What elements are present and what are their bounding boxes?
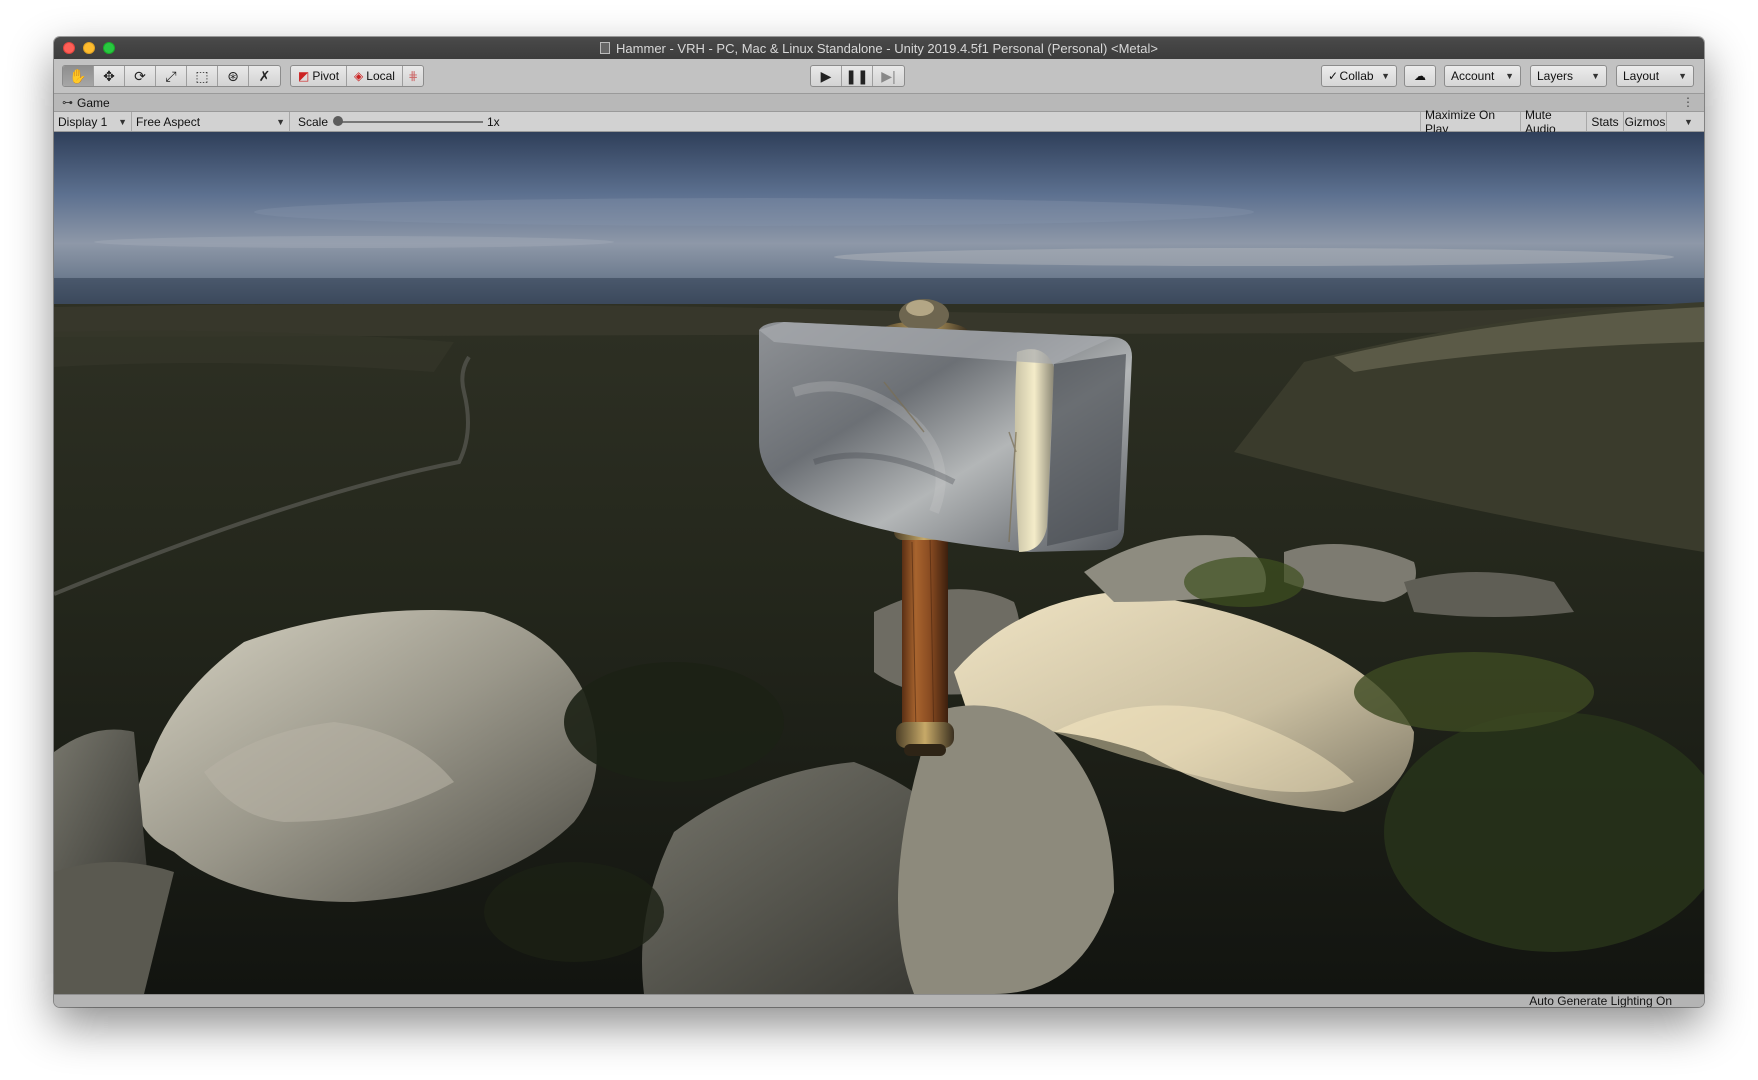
scale-slider-track[interactable] xyxy=(337,121,483,123)
snap-grid-icon: ⋕ xyxy=(407,69,419,83)
step-button[interactable]: ▶| xyxy=(873,66,904,86)
cloud-icon: ☁ xyxy=(1414,69,1426,83)
scale-tool-button[interactable]: ⤢ xyxy=(156,66,187,86)
mute-audio-toggle[interactable]: Mute Audio xyxy=(1520,108,1586,136)
stats-toggle[interactable]: Stats xyxy=(1586,112,1623,131)
play-icon: ▶ xyxy=(820,67,832,84)
chevron-down-icon: ▼ xyxy=(1591,71,1600,81)
hand-icon: ✋ xyxy=(69,67,87,84)
local-toggle-button[interactable]: ◈ Local xyxy=(347,66,403,86)
game-view-toolbar: Display 1 ▼ Free Aspect ▼ Scale 1x Maxim… xyxy=(54,108,1704,136)
local-icon: ◈ xyxy=(354,69,364,83)
chevron-down-icon: ▼ xyxy=(1678,71,1687,81)
pause-icon: ❚❚ xyxy=(845,67,869,84)
chevron-down-icon: ▼ xyxy=(1381,71,1390,81)
display-dropdown[interactable]: Display 1 ▼ xyxy=(54,112,132,131)
layers-label: Layers xyxy=(1537,69,1574,83)
document-icon xyxy=(600,42,611,54)
pivot-icon: ◩ xyxy=(298,69,310,83)
layout-dropdown[interactable]: Layout ▼ xyxy=(1616,65,1694,87)
aspect-dropdown[interactable]: Free Aspect ▼ xyxy=(132,112,290,131)
play-controls: ▶ ❚❚ ▶| xyxy=(810,65,905,87)
tools-icon: ✗ xyxy=(258,67,271,84)
rotate-tool-button[interactable]: ⟳ xyxy=(125,66,156,86)
aspect-label: Free Aspect xyxy=(136,114,201,129)
custom-tool-button[interactable]: ✗ xyxy=(249,66,280,86)
rect-tool-button[interactable]: ⬚ xyxy=(187,66,218,86)
scale-slider-handle[interactable] xyxy=(333,116,343,126)
display-label: Display 1 xyxy=(58,114,108,129)
maximize-on-play-toggle[interactable]: Maximize On Play xyxy=(1420,108,1520,136)
local-label: Local xyxy=(366,69,395,83)
play-button[interactable]: ▶ xyxy=(811,66,842,86)
game-viewport[interactable] xyxy=(54,132,1704,994)
cloud-button[interactable]: ☁ xyxy=(1404,65,1436,87)
gizmos-dropdown[interactable]: ▼ xyxy=(1666,112,1704,131)
stats-label: Stats xyxy=(1591,114,1619,129)
pause-button[interactable]: ❚❚ xyxy=(842,66,873,86)
status-text: Auto Generate Lighting On xyxy=(1529,994,1672,1007)
title-bar: Hammer - VRH - PC, Mac & Linux Standalon… xyxy=(54,37,1704,59)
tab-menu-icon[interactable]: ⋮ xyxy=(1682,95,1694,109)
snap-button[interactable]: ⋕ xyxy=(403,66,423,86)
game-scene xyxy=(54,132,1704,994)
account-label: Account xyxy=(1451,69,1495,83)
step-icon: ▶| xyxy=(881,67,896,84)
chevron-down-icon: ▼ xyxy=(1505,71,1514,81)
chevron-down-icon: ▼ xyxy=(276,116,285,127)
pivot-local-group: ◩ Pivot ◈ Local ⋕ xyxy=(290,65,425,87)
scale-value: 1x xyxy=(487,115,500,129)
window-controls xyxy=(63,42,115,54)
collab-label: Collab xyxy=(1339,69,1374,83)
account-dropdown[interactable]: Account ▼ xyxy=(1444,65,1521,87)
collab-check-icon: ✓ xyxy=(1328,69,1339,83)
layers-dropdown[interactable]: Layers ▼ xyxy=(1530,65,1607,87)
transform-tools: ✋ ✥ ⟳ ⤢ ⬚ ⊛ ✗ xyxy=(62,65,281,87)
chevron-down-icon: ▼ xyxy=(1684,116,1693,127)
pivot-toggle-button[interactable]: ◩ Pivot xyxy=(291,66,348,86)
collab-dropdown[interactable]: ✓ Collab ▼ xyxy=(1321,65,1397,87)
move-icon: ✥ xyxy=(103,67,115,84)
tab-game[interactable]: Game xyxy=(77,96,110,110)
gizmos-toggle[interactable]: Gizmos xyxy=(1623,112,1666,131)
maximize-window-button[interactable] xyxy=(103,42,115,54)
rect-icon: ⬚ xyxy=(195,67,209,84)
layout-label: Layout xyxy=(1623,69,1660,83)
chevron-down-icon: ▼ xyxy=(118,116,127,127)
hand-tool-button[interactable]: ✋ xyxy=(63,66,94,86)
status-bar: Auto Generate Lighting On xyxy=(54,994,1704,1007)
move-tool-button[interactable]: ✥ xyxy=(94,66,125,86)
main-toolbar: ✋ ✥ ⟳ ⤢ ⬚ ⊛ ✗ ◩ Pivot ◈ Local ⋕ ▶ ❚❚ ▶| … xyxy=(54,59,1704,94)
close-window-button[interactable] xyxy=(63,42,75,54)
gamepad-icon: ⊶ xyxy=(62,97,73,109)
transform-icon: ⊛ xyxy=(227,67,239,84)
gizmos-label: Gizmos xyxy=(1624,114,1666,129)
rotate-icon: ⟳ xyxy=(134,67,146,84)
transform-tool-button[interactable]: ⊛ xyxy=(218,66,249,86)
window-title: Hammer - VRH - PC, Mac & Linux Standalon… xyxy=(616,40,1158,56)
scale-label: Scale xyxy=(298,114,329,129)
minimize-window-button[interactable] xyxy=(83,42,95,54)
scale-icon: ⤢ xyxy=(165,67,177,84)
pivot-label: Pivot xyxy=(312,69,340,83)
unity-editor-window: Hammer - VRH - PC, Mac & Linux Standalon… xyxy=(54,37,1704,1007)
